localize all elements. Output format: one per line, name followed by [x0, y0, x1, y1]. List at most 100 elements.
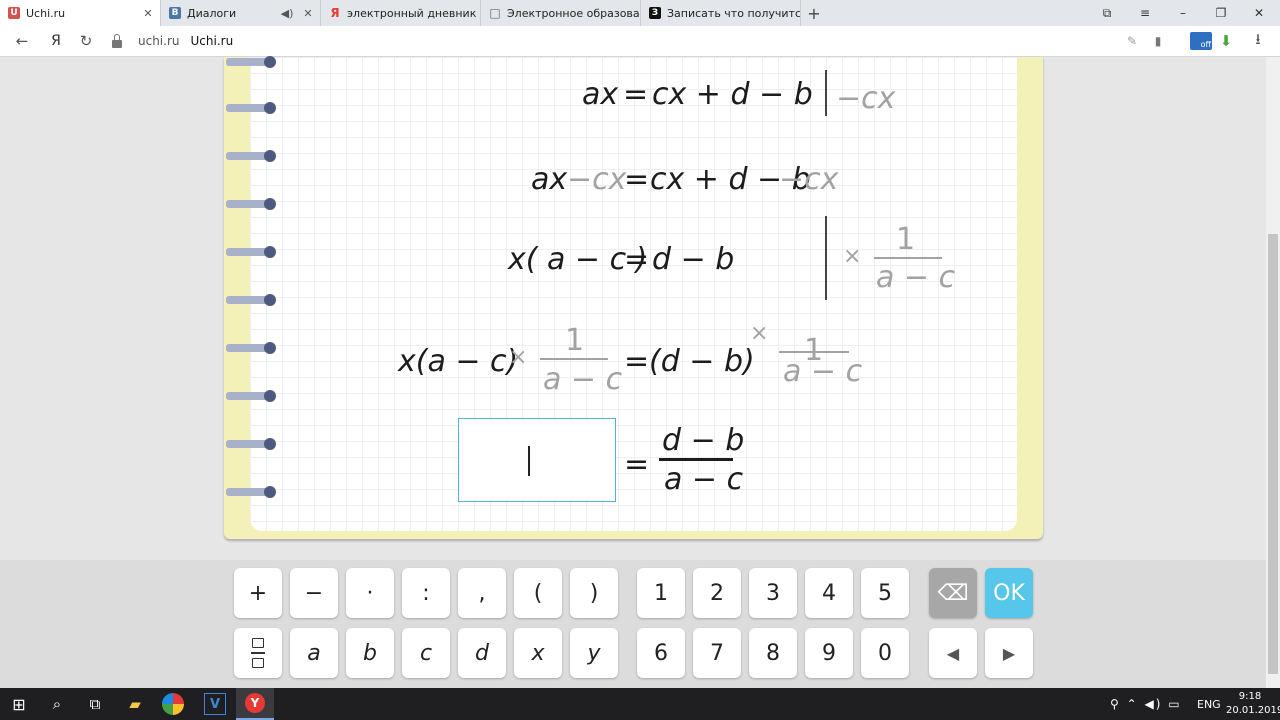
- scrollbar-thumb[interactable]: [1268, 234, 1278, 674]
- adblock-extension-icon[interactable]: off: [1190, 32, 1212, 50]
- v-app-icon[interactable]: V: [204, 693, 226, 715]
- pen-icon[interactable]: ✎: [1118, 26, 1146, 56]
- url-page-title: Uchi.ru: [190, 34, 234, 48]
- key-y[interactable]: y: [570, 628, 618, 678]
- key-6[interactable]: 6: [637, 628, 685, 678]
- tab-title: Uchi.ru: [26, 6, 66, 20]
- key-8[interactable]: 8: [749, 628, 797, 678]
- key-5[interactable]: 5: [861, 568, 909, 618]
- clock-date: 20.01.2019: [1226, 705, 1280, 716]
- new-tab-button[interactable]: +: [804, 0, 824, 26]
- eq3-divider: [825, 216, 827, 300]
- spiral-ring: [226, 246, 276, 258]
- eq1-action: −cx: [836, 81, 896, 116]
- spiral-ring: [226, 294, 276, 306]
- cursor-left-key[interactable]: ◀: [929, 628, 977, 678]
- clock-time: 9:18: [1238, 691, 1262, 702]
- eq4-frac-num: 1: [565, 323, 585, 358]
- key-open-paren[interactable]: (: [514, 568, 562, 618]
- restore-icon[interactable]: ❐: [1202, 0, 1240, 26]
- eq3-rhs: d − b: [652, 242, 735, 277]
- answer-input[interactable]: [458, 418, 616, 502]
- eq4-rhs: (d − b): [649, 344, 755, 379]
- url-field[interactable]: uchi.ru Uchi.ru: [138, 26, 233, 56]
- spiral-ring: [226, 56, 276, 68]
- key-close-paren[interactable]: ): [570, 568, 618, 618]
- bookmark-icon[interactable]: ▮: [1144, 26, 1172, 56]
- key-x[interactable]: x: [514, 628, 562, 678]
- tab-uchi[interactable]: U Uchi.ru ✕: [0, 0, 161, 26]
- key-4[interactable]: 4: [805, 568, 853, 618]
- spiral-ring: [226, 486, 276, 498]
- reload-icon[interactable]: ↻: [72, 26, 100, 56]
- eq4-frac2-bar: [779, 351, 849, 353]
- key-1[interactable]: 1: [637, 568, 685, 618]
- key-divide[interactable]: :: [402, 568, 450, 618]
- tab-diary[interactable]: Я электронный дневник — Я: [321, 0, 481, 26]
- yandex-favicon-icon: Я: [330, 6, 340, 20]
- key-0[interactable]: 0: [861, 628, 909, 678]
- key-9[interactable]: 9: [805, 628, 853, 678]
- ok-button[interactable]: OK: [985, 568, 1033, 618]
- spiral-ring: [226, 390, 276, 402]
- eq2-ax: ax: [531, 162, 568, 197]
- key-plus[interactable]: +: [234, 568, 282, 618]
- task-view-icon[interactable]: ⧉: [76, 688, 114, 720]
- sound-icon[interactable]: ◀): [278, 7, 296, 20]
- close-tab-icon[interactable]: ✕: [300, 7, 316, 20]
- tab-record[interactable]: З Записать что получится в: [641, 0, 801, 26]
- start-icon[interactable]: ⊞: [0, 688, 38, 720]
- uchi-favicon-icon: U: [8, 7, 20, 19]
- key-3[interactable]: 3: [749, 568, 797, 618]
- minimize-icon[interactable]: –: [1164, 0, 1202, 26]
- tab-title: Электронное образование: [507, 6, 640, 20]
- yandex-icon[interactable]: Я: [42, 26, 70, 56]
- eq4-frac-bar: [540, 358, 608, 360]
- fraction-icon: [251, 638, 265, 668]
- key-minus[interactable]: −: [290, 568, 338, 618]
- backspace-key[interactable]: ⌫: [929, 568, 977, 618]
- close-tab-icon[interactable]: ✕: [140, 7, 156, 20]
- back-icon[interactable]: ←: [8, 26, 36, 56]
- vk-favicon-icon: B: [169, 7, 181, 19]
- menu-icon[interactable]: ≡: [1126, 0, 1164, 26]
- eq2-equals: =: [624, 162, 650, 197]
- eq5-frac-num: d − b: [662, 423, 745, 458]
- text-caret: [528, 446, 530, 476]
- key-2[interactable]: 2: [693, 568, 741, 618]
- system-tray-icons[interactable]: ⚲ ⌃ ◀) ▭: [1110, 688, 1182, 720]
- eq1-rhs: cx + d − b: [652, 77, 813, 112]
- fraction-key[interactable]: [234, 628, 282, 678]
- key-comma[interactable]: ,: [458, 568, 506, 618]
- key-d[interactable]: d: [458, 628, 506, 678]
- eq2-minus-cx-right: −cx: [779, 162, 839, 197]
- cursor-right-key[interactable]: ▶: [985, 628, 1033, 678]
- file-explorer-icon[interactable]: ▰: [116, 688, 154, 720]
- key-7[interactable]: 7: [693, 628, 741, 678]
- app-icon[interactable]: [162, 693, 184, 715]
- yandex-browser-icon: Y: [245, 693, 265, 713]
- eq5-frac-bar: [659, 458, 733, 461]
- spiral-ring: [226, 102, 276, 114]
- eq1-lhs: ax: [582, 77, 619, 112]
- tab-education[interactable]: □ Электронное образование: [481, 0, 641, 26]
- download-icon[interactable]: ⭳: [1244, 26, 1272, 56]
- search-icon[interactable]: ⌕: [38, 688, 76, 720]
- key-a[interactable]: a: [290, 628, 338, 678]
- language-indicator[interactable]: ENG: [1197, 688, 1221, 720]
- eq2-minus-cx: −cx: [567, 162, 627, 197]
- zapis-favicon-icon: З: [649, 7, 661, 19]
- spiral-ring: [226, 198, 276, 210]
- key-multiply[interactable]: ·: [346, 568, 394, 618]
- tab-dialogs[interactable]: B Диалоги ◀) ✕: [161, 0, 321, 26]
- extension-download-icon[interactable]: ⬇: [1212, 26, 1240, 56]
- window-close-icon[interactable]: ✕: [1240, 0, 1278, 26]
- bookmarks-panel-icon[interactable]: ⧉: [1088, 0, 1126, 26]
- eq3-frac-den: a − c: [876, 260, 956, 295]
- key-c[interactable]: c: [402, 628, 450, 678]
- key-b[interactable]: b: [346, 628, 394, 678]
- taskbar: [0, 688, 1280, 720]
- tab-title: электронный дневник — Я: [347, 6, 480, 20]
- yandex-browser-taskbar-button[interactable]: Y: [236, 688, 274, 720]
- clock[interactable]: 9:18 20.01.2019: [1226, 690, 1280, 718]
